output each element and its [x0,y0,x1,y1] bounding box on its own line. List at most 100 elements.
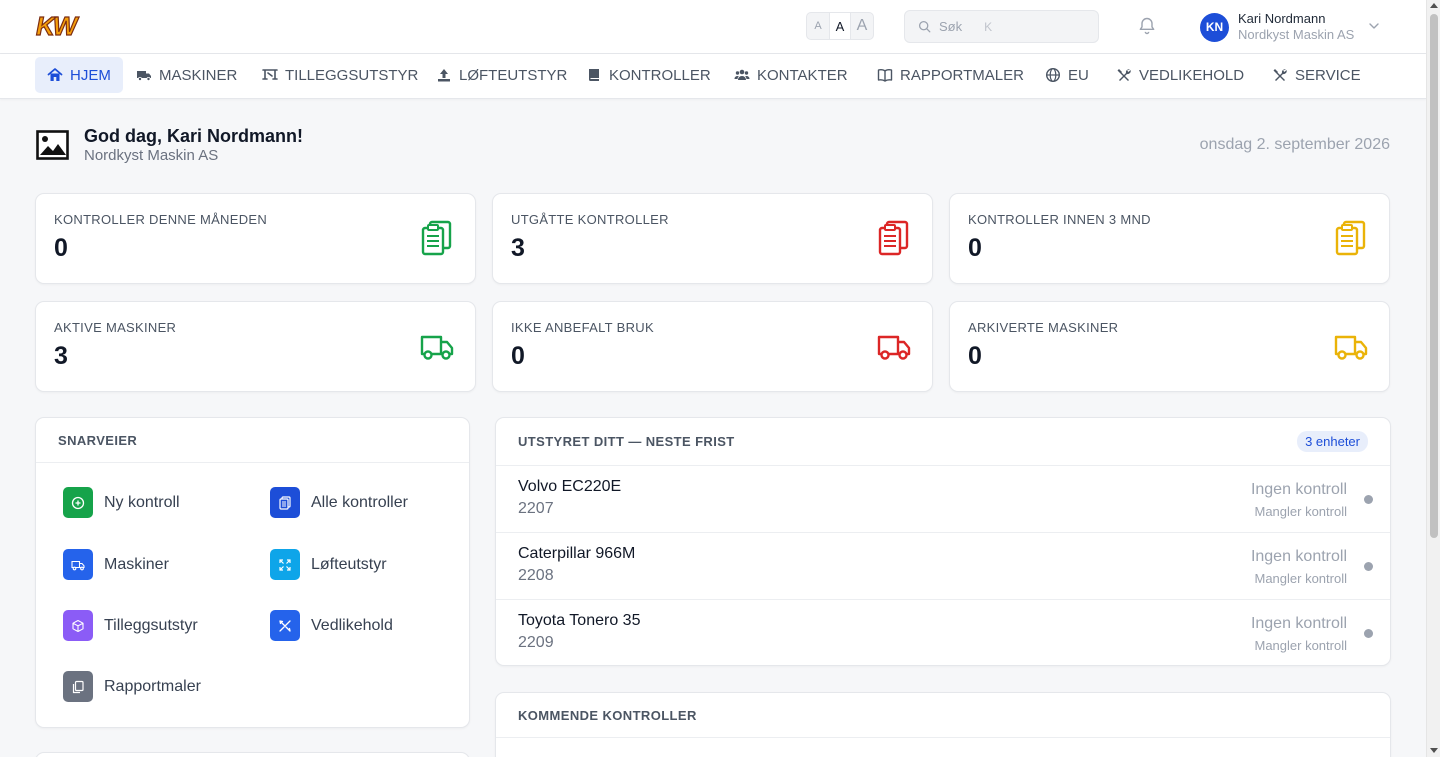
stat-label: IKKE ANBEFALT BRUK [511,320,654,335]
stat-value: 0 [968,234,982,262]
search-input[interactable]: Søk K [904,10,1099,43]
font-size-switcher: A A A [806,12,874,40]
page-title: God dag, Kari Nordmann! [84,126,304,146]
stat-value: 3 [511,234,525,262]
equipment-row[interactable]: Volvo EC220E 2207 Ingen kontroll Mangler… [496,466,1390,533]
truck-icon [1334,335,1368,360]
shortcut-tilleggsutstyr[interactable]: Tilleggsutstyr [63,610,198,641]
equipment-number: 2207 [518,500,554,517]
truck-icon [877,335,911,360]
stat-value: 0 [511,342,525,370]
nav-item-vedlikehold[interactable]: VEDLIKEHOLD [1104,57,1256,93]
nav-item-label: KONTAKTER [757,66,848,84]
shortcuts-title: SNARVEIER [36,418,469,463]
stat-card-kontroller-denne-maneden[interactable]: KONTROLLER DENNE MÅNEDEN 0 [35,193,476,284]
equipment-panel: UTSTYRET DITT — NESTE FRIST 3 enheter Vo… [495,417,1391,666]
scrollbar-thumb[interactable] [1430,14,1438,538]
expand-icon [270,549,300,580]
users-icon [734,69,750,80]
page-scrollbar[interactable] [1426,0,1440,757]
copy-icon [63,671,93,702]
search-shortcut: K [984,19,993,34]
nav-item-label: EU [1068,66,1089,84]
equipment-status: Ingen kontroll [1250,615,1347,632]
shortcut-label: Løfteutstyr [311,555,387,573]
nav-item-label: KONTROLLER [609,66,711,84]
cube-icon [63,610,93,641]
stat-value: 3 [54,342,68,370]
plus-circle-icon [63,487,93,518]
shortcut-lofteutstyr[interactable]: Løfteutstyr [270,549,387,580]
logo-text: KW [35,10,78,41]
nav-item-tilleggsutstyr[interactable]: TILLEGGSUTSTYR [250,57,430,93]
equipment-status-detail: Mangler kontroll [1254,638,1348,653]
top-bar: KW A A A Søk K KN Kari Nordmann Nordkyst… [0,0,1426,54]
status-dot [1364,495,1373,504]
clipboard-icon [421,220,452,256]
stat-card-kontroller-innen-3-mnd[interactable]: KONTROLLER INNEN 3 MND 0 [949,193,1390,284]
user-menu[interactable]: KN Kari Nordmann Nordkyst Maskin AS [1200,11,1354,43]
stat-value: 0 [968,342,982,370]
shortcut-vedlikehold[interactable]: Vedlikehold [270,610,393,641]
tools-icon [1117,69,1131,81]
chevron-down-icon[interactable] [1368,20,1380,32]
equipment-name: Toyota Tonero 35 [518,612,641,629]
nav-item-eu[interactable]: EU [1033,57,1101,93]
font-size-large-button[interactable]: A [851,13,873,39]
equipment-row[interactable]: Caterpillar 966M 2208 Ingen kontroll Man… [496,533,1390,600]
nav-item-rapportmaler[interactable]: RAPPORTMALER [865,57,1036,93]
main-nav: HJEM MASKINER TILLEGGSUTSTYR LØFTEUTSTYR… [0,54,1426,99]
nav-item-service[interactable]: SERVICE [1260,57,1373,93]
secondary-panel [35,752,470,757]
upcoming-title: KOMMENDE KONTROLLER [496,693,1390,738]
stat-card-ikke-anbefalt-bruk[interactable]: IKKE ANBEFALT BRUK 0 [492,301,933,392]
equipment-status-detail: Mangler kontroll [1254,571,1348,586]
avatar: KN [1200,12,1229,42]
stat-card-aktive-maskiner[interactable]: AKTIVE MASKINER 3 [35,301,476,392]
clipboard-icon [878,220,909,256]
nav-item-kontakter[interactable]: KONTAKTER [722,57,860,93]
nav-item-kontroller[interactable]: KONTROLLER [574,57,723,93]
stat-value: 0 [54,234,68,262]
user-name: Kari Nordmann [1238,11,1326,26]
nav-item-label: VEDLIKEHOLD [1139,66,1245,84]
equipment-count-badge: 3 enheter [1297,431,1368,452]
equipment-header: UTSTYRET DITT — NESTE FRIST 3 enheter [496,418,1390,466]
search-placeholder: Søk [939,19,963,34]
truck-icon [420,335,454,360]
scroll-up-arrow-icon[interactable] [1430,3,1438,8]
stat-label: KONTROLLER DENNE MÅNEDEN [54,212,268,227]
equipment-name: Volvo EC220E [518,478,622,495]
equipment-row[interactable]: Toyota Tonero 35 2209 Ingen kontroll Man… [496,600,1390,665]
shortcut-ny-kontroll[interactable]: Ny kontroll [63,487,180,518]
attachment-icon [262,69,278,80]
shortcut-rapportmaler[interactable]: Rapportmaler [63,671,201,702]
equipment-status-detail: Mangler kontroll [1254,504,1348,519]
status-dot [1364,562,1373,571]
scroll-down-arrow-icon[interactable] [1430,748,1438,753]
nav-item-lofteutstyr[interactable]: LØFTEUTSTYR [424,57,579,93]
nav-item-label: TILLEGGSUTSTYR [285,66,419,84]
shortcut-alle-kontroller[interactable]: Alle kontroller [270,487,408,518]
book-icon [589,69,599,81]
nav-item-hjem[interactable]: HJEM [35,57,123,93]
nav-item-maskiner[interactable]: MASKINER [124,57,249,93]
nav-item-label: SERVICE [1295,66,1361,84]
notification-bell-icon[interactable] [1137,16,1157,36]
image-icon [36,130,69,160]
equipment-status: Ingen kontroll [1250,548,1347,565]
font-size-medium-button[interactable]: A [829,13,851,39]
shortcut-maskiner[interactable]: Maskiner [63,549,169,580]
status-dot [1364,629,1373,638]
nav-item-label: RAPPORTMALER [900,66,1024,84]
stat-card-arkiverte-maskiner[interactable]: ARKIVERTE MASKINER 0 [949,301,1390,392]
nav-item-label: MASKINER [159,66,238,84]
tools-icon [270,610,300,641]
clipboard-icon [270,487,300,518]
stat-card-utgatte-kontroller[interactable]: UTGÅTTE KONTROLLER 3 [492,193,933,284]
equipment-number: 2208 [518,567,554,584]
lift-icon [438,69,450,82]
font-size-small-button[interactable]: A [807,13,829,39]
user-org: Nordkyst Maskin AS [1238,27,1355,42]
logo[interactable]: KW [35,10,84,41]
